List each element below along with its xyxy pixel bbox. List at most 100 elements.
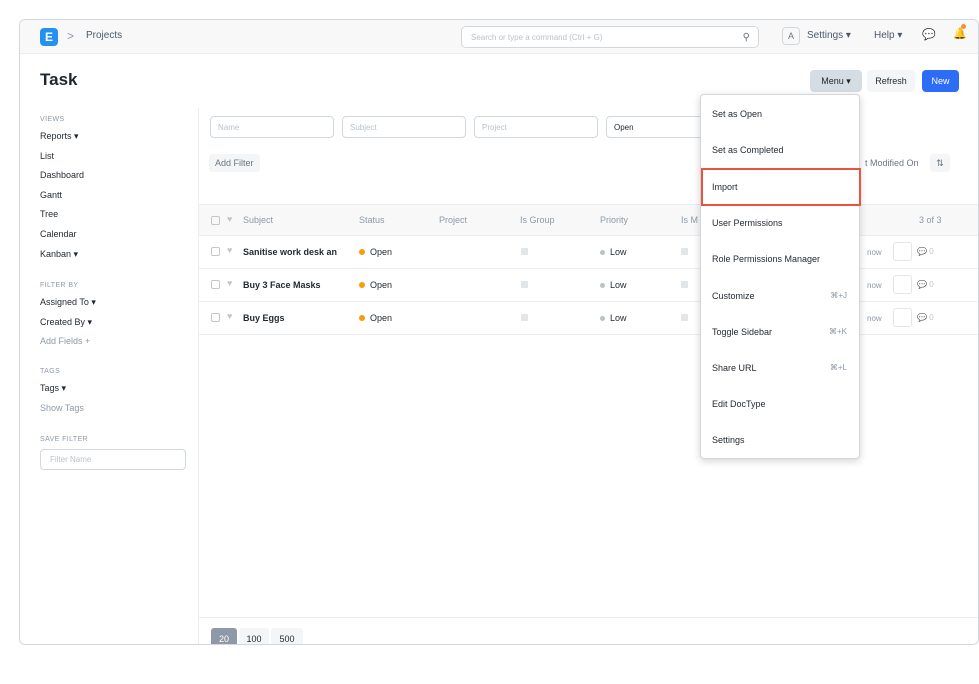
priority-dot xyxy=(600,250,605,255)
settings-dropdown[interactable]: Settings ▾ xyxy=(807,30,851,41)
menu-dropdown: Set as Open Set as Completed Import User… xyxy=(700,94,860,459)
like-icon[interactable]: ♥ xyxy=(227,278,232,288)
filter-name-input[interactable] xyxy=(40,449,186,471)
notification-bell-icon[interactable]: 🔔 xyxy=(953,27,967,40)
refresh-button[interactable]: Refresh xyxy=(867,70,915,92)
is-milestone-check xyxy=(681,248,688,255)
sort-selector[interactable]: t Modified On xyxy=(865,158,919,168)
show-tags-link[interactable]: Show Tags xyxy=(40,399,200,419)
status-dot xyxy=(359,249,365,255)
page-size-100[interactable]: 100 xyxy=(239,628,269,644)
sort-order-icon[interactable]: ⇅ xyxy=(930,154,950,172)
sidebar-item-kanban[interactable]: Kanban ▾ xyxy=(40,245,200,265)
row-subject[interactable]: Buy Eggs xyxy=(243,313,285,323)
menu-item-label: Toggle Sidebar xyxy=(712,327,773,337)
page-size-20[interactable]: 20 xyxy=(211,628,237,644)
help-dropdown[interactable]: Help ▾ xyxy=(874,30,902,41)
filter-assigned-to[interactable]: Assigned To ▾ xyxy=(40,293,200,313)
is-milestone-check xyxy=(681,281,688,288)
is-milestone-check xyxy=(681,314,688,321)
row-status: Open xyxy=(359,247,392,257)
navbar: E > Projects ⚲ A Settings ▾ Help ▾ 💬 🔔 xyxy=(20,20,978,54)
row-status-label: Open xyxy=(370,247,393,257)
menu-item-import[interactable]: Import xyxy=(701,169,859,205)
sidebar-item-list[interactable]: List xyxy=(40,147,200,167)
row-priority: Low xyxy=(600,247,627,257)
list-sidebar: VIEWS Reports ▾ List Dashboard Gantt Tre… xyxy=(40,116,200,471)
row-status: Open xyxy=(359,280,392,290)
add-fields-link[interactable]: Add Fields + xyxy=(40,332,200,352)
comment-icon: 💬 xyxy=(917,247,927,256)
sidebar-item-reports[interactable]: Reports ▾ xyxy=(40,127,200,147)
row-subject[interactable]: Buy 3 Face Masks xyxy=(243,280,321,290)
row-modified: now xyxy=(867,314,882,323)
menu-item-user-permissions[interactable]: User Permissions xyxy=(701,205,859,241)
menu-item-label: Set as Completed xyxy=(712,145,784,155)
is-group-check xyxy=(521,281,528,288)
status-dot xyxy=(359,282,365,288)
search-input[interactable] xyxy=(462,27,732,48)
app-logo[interactable]: E xyxy=(40,28,58,46)
column-subject: Subject xyxy=(243,215,274,225)
row-checkbox[interactable] xyxy=(211,280,220,289)
menu-item-role-permissions-manager[interactable]: Role Permissions Manager xyxy=(701,241,859,277)
sidebar-item-tree[interactable]: Tree xyxy=(40,205,200,225)
is-group-check xyxy=(521,314,528,321)
new-button[interactable]: New xyxy=(922,70,959,92)
page-size-500[interactable]: 500 xyxy=(271,628,303,644)
views-heading: VIEWS xyxy=(40,116,65,123)
name-filter-input[interactable] xyxy=(210,116,334,138)
heart-icon: ♥ xyxy=(227,214,233,224)
priority-dot xyxy=(600,283,605,288)
breadcrumb-projects[interactable]: Projects xyxy=(86,30,122,41)
row-checkbox[interactable] xyxy=(211,313,220,322)
comment-icon: 💬 xyxy=(917,280,927,289)
search-icon: ⚲ xyxy=(742,32,750,43)
table-row[interactable]: ♥ Sanitise work desk an Open Low now 💬 0 xyxy=(199,236,978,269)
avatar[interactable]: A xyxy=(782,27,800,45)
filter-by-heading: FILTER BY xyxy=(40,282,79,290)
table-row[interactable]: ♥ Buy 3 Face Masks Open Low now 💬 0 xyxy=(199,269,978,302)
menu-item-label: Customize xyxy=(712,291,755,301)
column-priority: Priority xyxy=(600,215,629,225)
row-subject[interactable]: Sanitise work desk an xyxy=(243,247,337,257)
filter-created-by[interactable]: Created By ▾ xyxy=(40,313,200,333)
sidebar-item-dashboard[interactable]: Dashboard xyxy=(40,166,200,186)
row-status-label: Open xyxy=(370,280,393,290)
column-status: Status xyxy=(359,215,385,225)
comment-icon: 💬 xyxy=(917,313,927,322)
like-icon[interactable]: ♥ xyxy=(227,245,232,255)
sidebar-item-calendar[interactable]: Calendar xyxy=(40,225,200,245)
menu-item-label: Settings xyxy=(712,435,745,445)
row-checkbox[interactable] xyxy=(211,247,220,256)
chat-icon[interactable]: 💬 xyxy=(922,28,936,41)
save-filter-heading: SAVE FILTER xyxy=(40,436,89,444)
column-is-group: Is Group xyxy=(520,215,555,225)
like-icon[interactable]: ♥ xyxy=(227,311,232,321)
add-filter-button[interactable]: Add Filter xyxy=(209,154,260,172)
project-filter-input[interactable] xyxy=(474,116,598,138)
menu-item-set-as-open[interactable]: Set as Open xyxy=(701,96,859,132)
menu-button[interactable]: Menu ▾ xyxy=(810,70,862,92)
assignee-avatar xyxy=(893,308,912,327)
subject-filter-input[interactable] xyxy=(342,116,466,138)
menu-item-set-as-completed[interactable]: Set as Completed xyxy=(701,132,859,168)
menu-item-edit-doctype[interactable]: Edit DocType xyxy=(701,386,859,422)
row-priority-label: Low xyxy=(610,313,627,323)
tags-heading: TAGS xyxy=(40,367,61,375)
menu-item-share-url[interactable]: Share URL ⌘+L xyxy=(701,350,859,386)
row-status-label: Open xyxy=(370,313,393,323)
menu-item-customize[interactable]: Customize ⌘+J xyxy=(701,278,859,314)
paging-area: 20 100 500 xyxy=(199,617,978,644)
menu-item-settings[interactable]: Settings xyxy=(701,422,859,458)
comment-count: 💬 0 xyxy=(917,280,934,289)
menu-item-toggle-sidebar[interactable]: Toggle Sidebar ⌘+K xyxy=(701,314,859,350)
tags-dropdown[interactable]: Tags ▾ xyxy=(40,379,200,399)
page-title: Task xyxy=(40,70,78,89)
sidebar-item-gantt[interactable]: Gantt xyxy=(40,186,200,206)
comment-count: 💬 0 xyxy=(917,247,934,256)
table-row[interactable]: ♥ Buy Eggs Open Low now 💬 0 xyxy=(199,302,978,335)
comment-count-value: 0 xyxy=(929,280,934,289)
is-group-check xyxy=(521,248,528,255)
select-all-checkbox[interactable] xyxy=(211,216,220,225)
